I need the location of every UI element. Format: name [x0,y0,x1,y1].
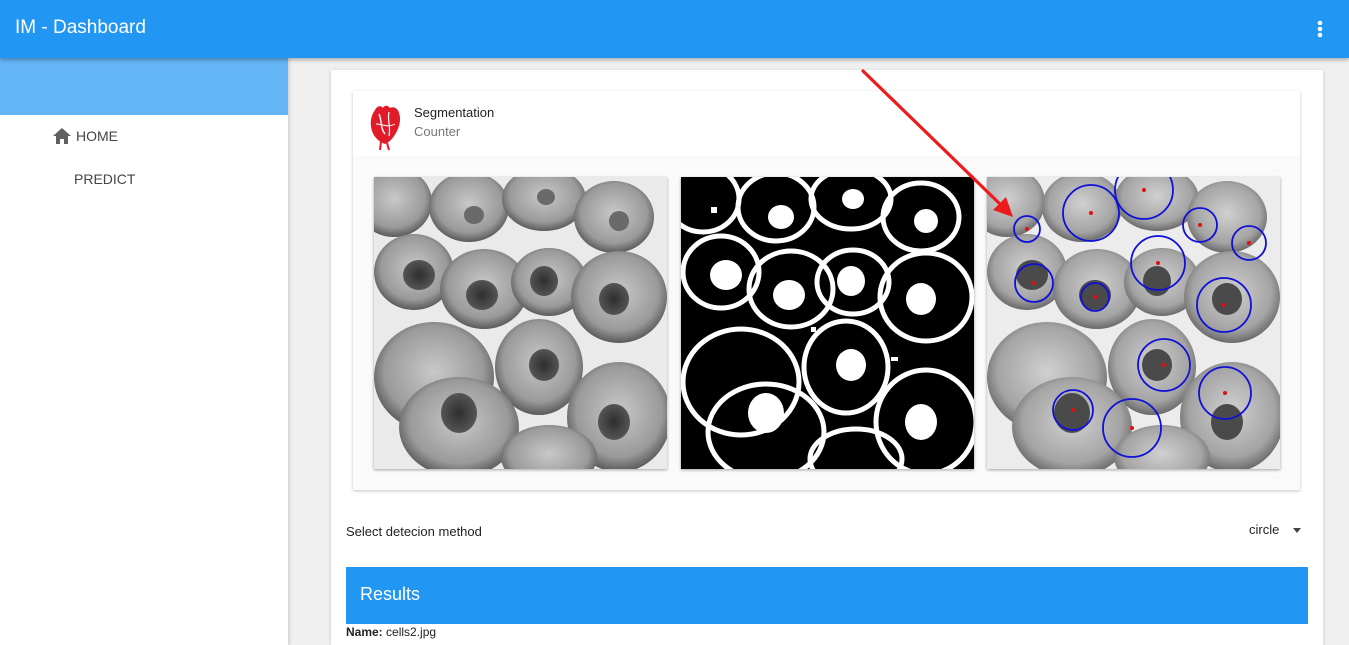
sidebar-item-label: HOME [76,128,118,144]
sidebar-item-predict[interactable]: PREDICT [0,164,288,194]
results-title: Results [360,584,421,604]
original-cell-image[interactable] [374,177,667,469]
results-header: Results [346,567,1308,624]
sidebar-item-home[interactable]: HOME [0,121,288,151]
result-name-row: Name: cells2.jpg [346,625,436,639]
detection-method-select[interactable]: circle [1243,517,1315,543]
result-name-value: cells2.jpg [386,625,437,639]
card-header: Segmentation Counter [353,91,1300,156]
sidebar-header [0,58,288,115]
result-name-label: Name: [346,625,383,639]
card-title: Segmentation [414,105,495,120]
segmentation-card: Segmentation Counter [353,91,1300,490]
heart-organ-icon [367,104,403,152]
more-vert-icon[interactable] [1307,15,1333,43]
detection-method-value: circle [1249,522,1280,537]
detection-result-image[interactable] [987,177,1280,469]
home-icon [52,127,72,145]
card-subtitle: Counter [414,124,461,139]
binary-mask-image[interactable] [681,177,974,469]
main-panel: Segmentation Counter Select detecion met… [331,70,1323,645]
app-bar: IM - Dashboard [0,0,1349,58]
sidebar: HOME PREDICT [0,58,288,645]
sidebar-item-label: PREDICT [74,171,136,187]
app-title: IM - Dashboard [15,17,146,38]
detection-method-label: Select detecion method [346,524,482,539]
dropdown-arrow-icon [1293,528,1301,533]
